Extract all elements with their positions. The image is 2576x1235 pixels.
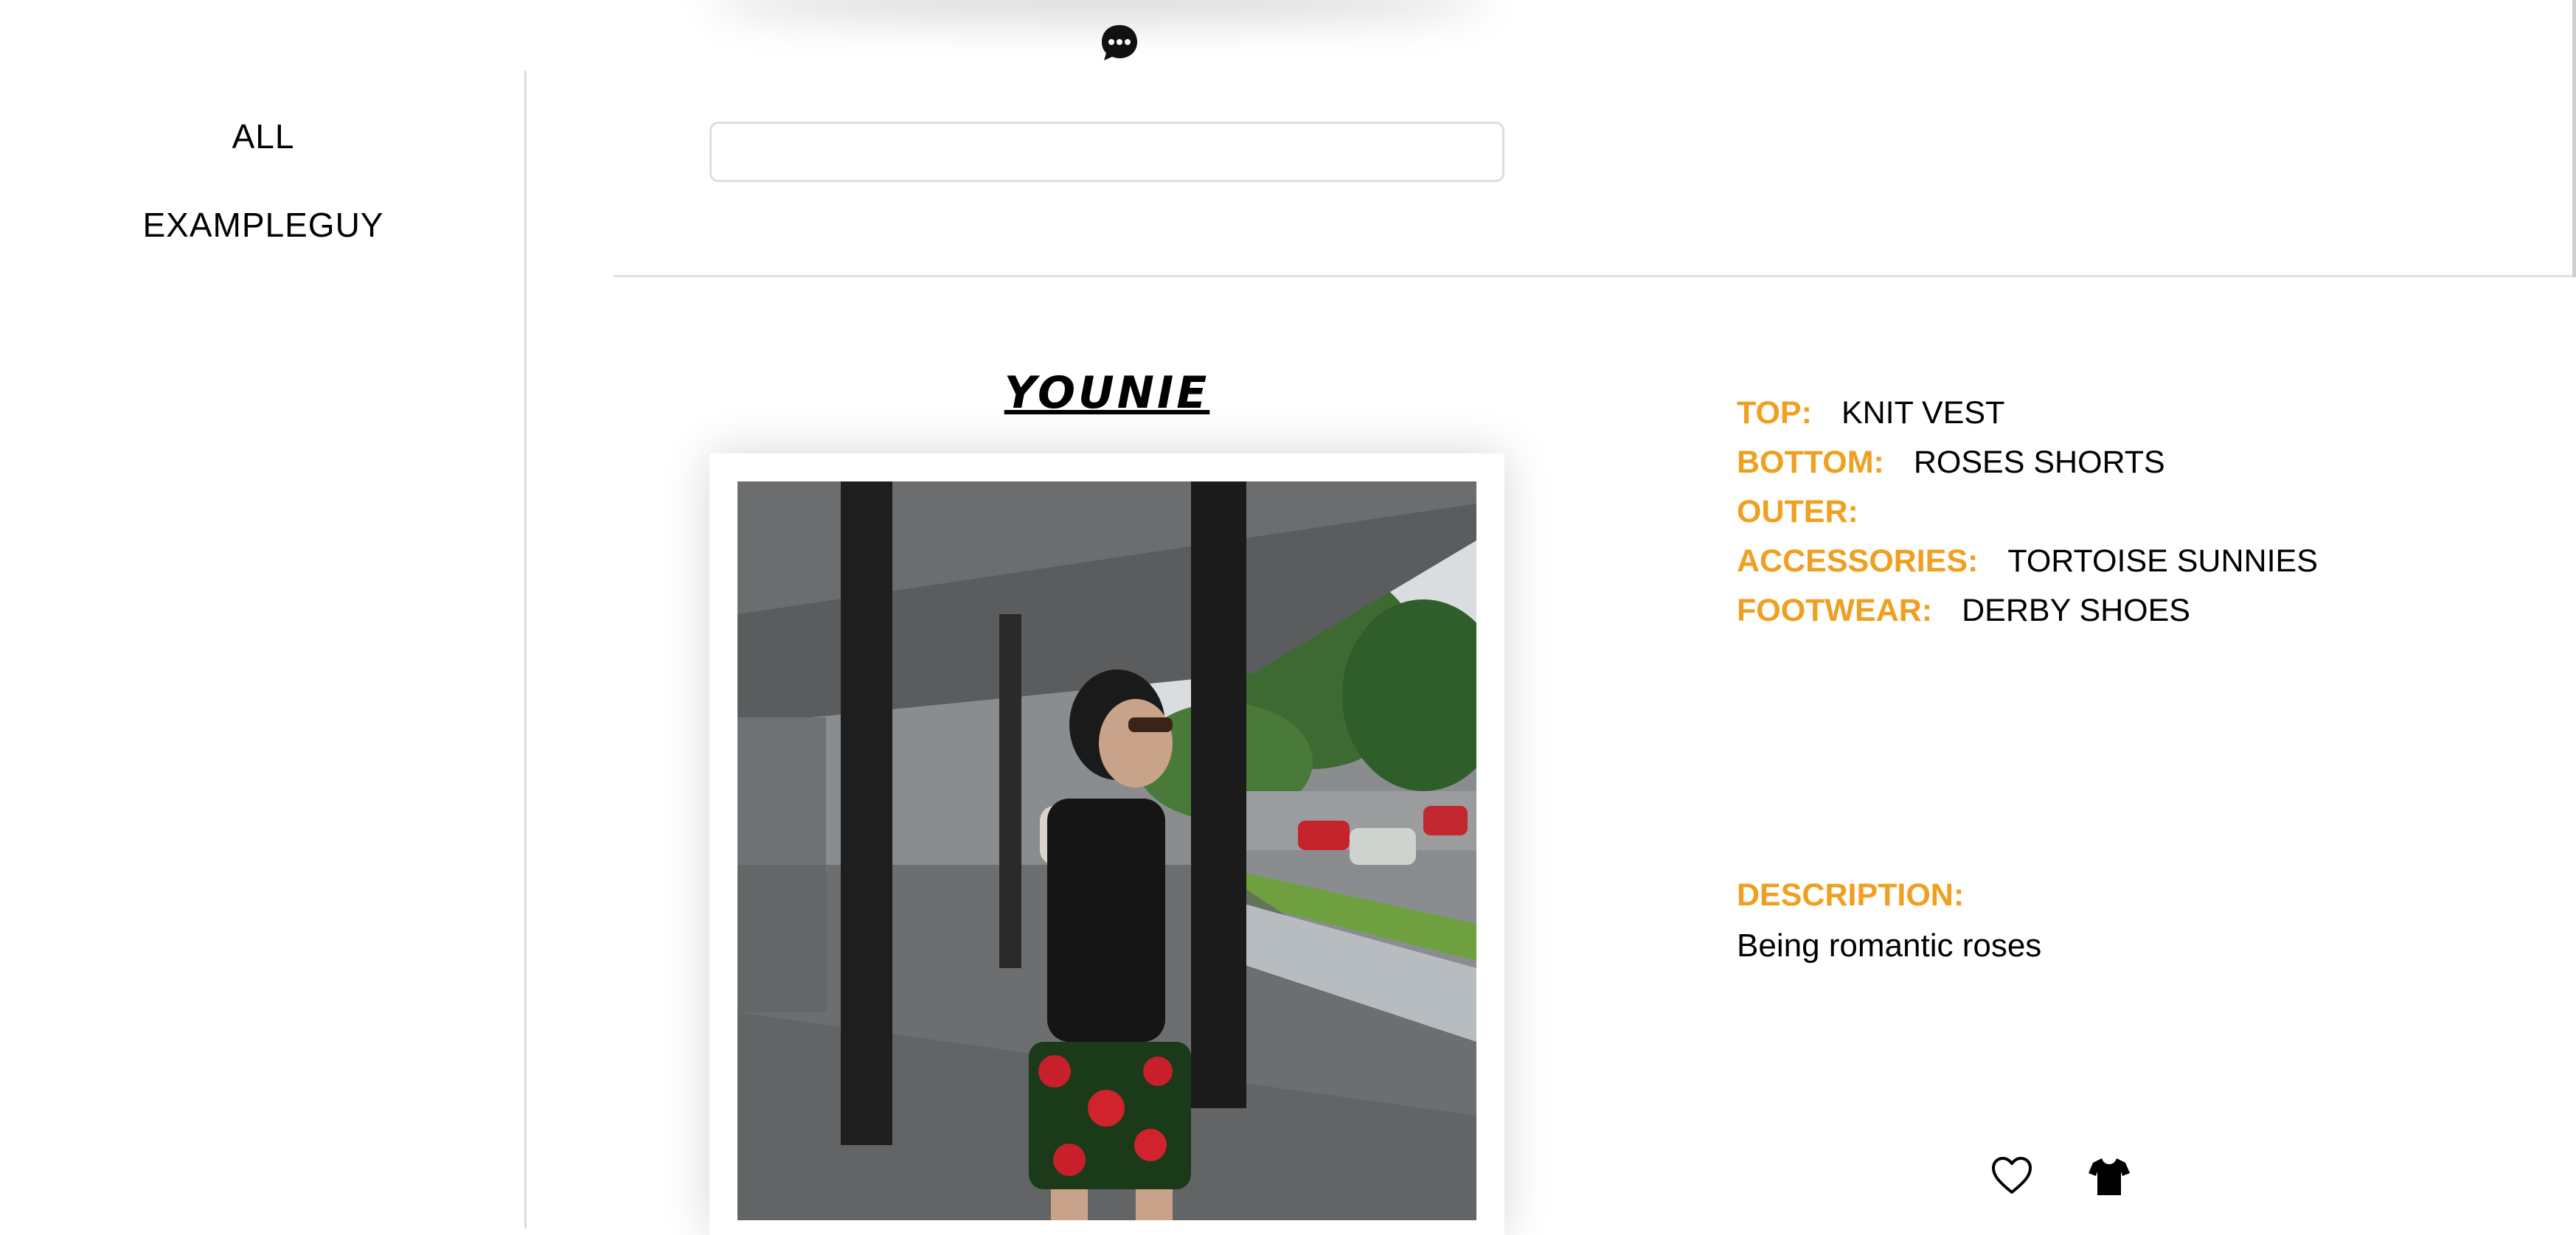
outfit-photo-card	[709, 453, 1504, 1235]
chat-bubble-icon[interactable]	[1099, 22, 1140, 63]
sidebar: ALL EXAMPLEGUY	[0, 71, 527, 1228]
description-label: DESCRIPTION:	[1737, 877, 1965, 913]
attribute-top: TOP: KNIT VEST	[1737, 395, 2004, 431]
divider	[614, 275, 2576, 277]
heart-icon[interactable]	[1990, 1154, 2034, 1198]
attribute-value: TORTOISE SUNNIES	[2007, 543, 2318, 579]
attribute-value: DERBY SHOES	[1962, 593, 2190, 628]
attribute-label: BOTTOM:	[1737, 445, 1884, 480]
attribute-label: OUTER:	[1737, 494, 1858, 529]
search-input[interactable]	[709, 122, 1504, 182]
attribute-label: TOP:	[1737, 395, 1812, 431]
description-text: Being romantic roses	[1737, 928, 2042, 964]
attribute-accessories: ACCESSORIES: TORTOISE SUNNIES	[1737, 543, 2318, 580]
attribute-value: KNIT VEST	[1841, 395, 2005, 431]
attribute-outer: OUTER:	[1737, 494, 1888, 530]
outfit-photo	[737, 481, 1476, 1220]
sidebar-item-all[interactable]: ALL	[0, 116, 527, 156]
attribute-footwear: FOOTWEAR: DERBY SHOES	[1737, 593, 2190, 629]
tshirt-icon[interactable]	[2087, 1154, 2131, 1198]
scroll-edge	[2572, 0, 2576, 277]
sidebar-item-exampleguy[interactable]: EXAMPLEGUY	[0, 205, 527, 245]
attribute-label: ACCESSORIES:	[1737, 543, 1979, 579]
post-title[interactable]: YOUNIE	[709, 367, 1504, 419]
attribute-label: FOOTWEAR:	[1737, 593, 1933, 628]
attribute-value: ROSES SHORTS	[1913, 445, 2165, 480]
attribute-bottom: BOTTOM: ROSES SHORTS	[1737, 445, 2165, 481]
